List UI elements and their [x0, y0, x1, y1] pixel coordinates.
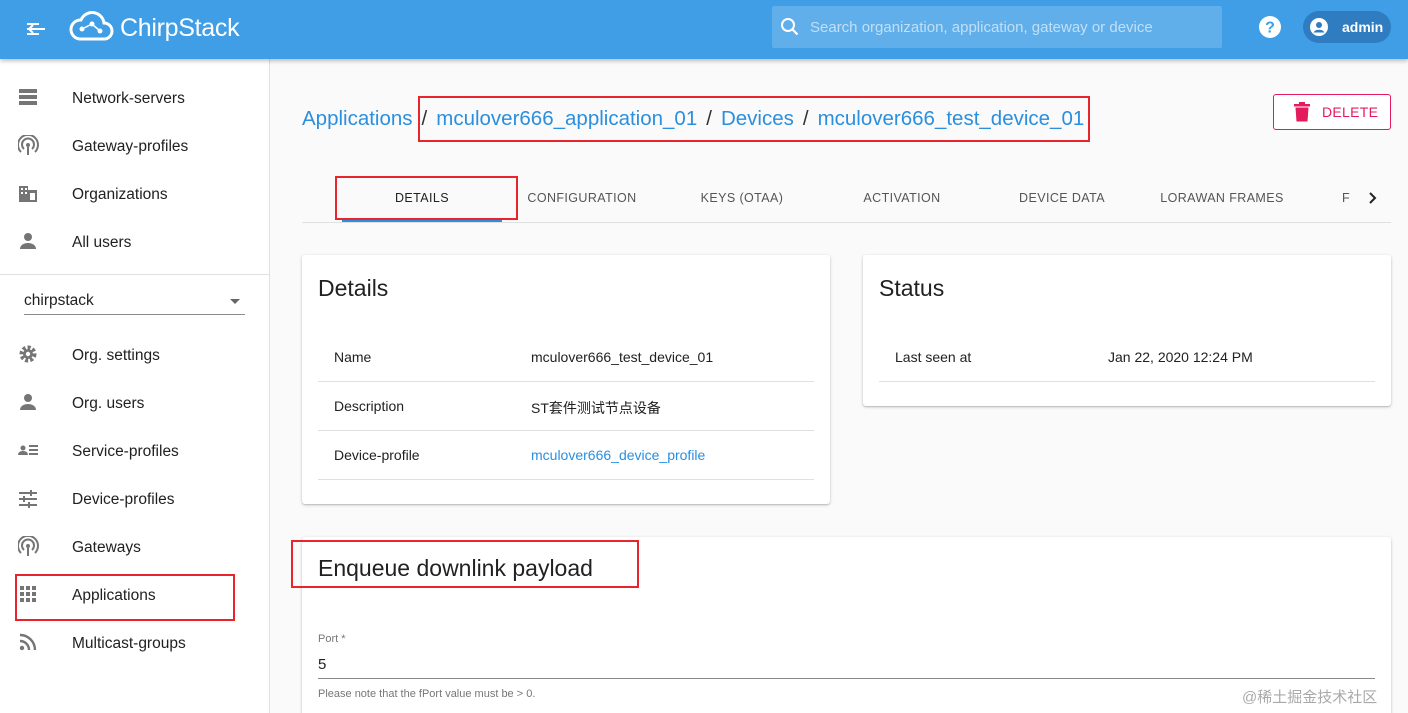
sidebar-item-organizations[interactable]: Organizations: [0, 171, 269, 219]
logo-text: ChirpStack: [120, 13, 240, 42]
help-icon: ?: [1259, 16, 1281, 38]
breadcrumb-separator: /: [802, 107, 809, 130]
sidebar-item-gateway-profiles[interactable]: Gateway-profiles: [0, 123, 269, 171]
user-menu-chip[interactable]: admin: [1303, 11, 1391, 43]
enqueue-downlink-title: Enqueue downlink payload: [318, 555, 593, 581]
breadcrumb-separator: /: [706, 107, 712, 130]
breadcrumb-application[interactable]: mculover666_application_01: [436, 107, 697, 131]
tab-keys-otaa[interactable]: KEYS (OTAA): [662, 174, 822, 222]
chevron-down-icon: [230, 299, 240, 304]
details-card-title: Details: [318, 275, 389, 301]
user-name: admin: [1342, 19, 1384, 35]
gear-icon: [19, 345, 37, 363]
sidebar-item-label: Service-profiles: [72, 443, 179, 460]
sidebar-item-org-users[interactable]: Org. users: [0, 380, 269, 428]
device-name-value: mculover666_test_device_01: [531, 349, 714, 365]
port-field-label: Port *: [318, 633, 346, 645]
broadcast-icon: [18, 536, 39, 556]
tab-lorawan-frames[interactable]: LORAWAN FRAMES: [1142, 174, 1302, 222]
search-input[interactable]: [810, 18, 1210, 36]
server-icon: [19, 89, 37, 105]
sidebar-item-label: Multicast-groups: [72, 635, 186, 652]
sidebar-item-label: Applications: [72, 587, 156, 604]
sidebar: Network-servers Gateway-profiles Organiz…: [0, 59, 270, 713]
sidebar-item-multicast-groups[interactable]: Multicast-groups: [0, 620, 269, 668]
status-card: Status Last seen at Jan 22, 2020 12:24 P…: [863, 255, 1391, 406]
help-button[interactable]: ?: [1258, 15, 1282, 39]
details-row-name: Name mculover666_test_device_01: [318, 333, 814, 382]
breadcrumb: Applications / mculover666_application_0…: [302, 104, 1084, 134]
svg-text:?: ?: [1265, 20, 1275, 37]
last-seen-value: Jan 22, 2020 12:24 PM: [1108, 349, 1253, 365]
status-card-title: Status: [879, 275, 945, 301]
sidebar-item-label: Org. users: [72, 395, 145, 412]
watermark: @稀土掘金技术社区: [1242, 689, 1378, 706]
port-field[interactable]: [318, 651, 1375, 679]
delete-button-label: DELETE: [1322, 104, 1379, 120]
organization-select-value: chirpstack: [24, 292, 94, 309]
person-icon: [20, 394, 36, 410]
enqueue-downlink-card: Enqueue downlink payload Port * Please n…: [302, 537, 1391, 713]
menu-open-icon: [27, 23, 45, 35]
person-icon: [20, 233, 36, 249]
chirpstack-logo[interactable]: ChirpStack: [68, 8, 240, 48]
details-key: Description: [334, 398, 405, 414]
breadcrumb-applications[interactable]: Applications: [302, 107, 413, 131]
sidebar-item-org-settings[interactable]: Org. settings: [0, 332, 269, 380]
sidebar-item-label: All users: [72, 234, 132, 251]
details-row-description: Description ST套件测试节点设备: [318, 382, 814, 431]
sidebar-item-label: Device-profiles: [72, 491, 175, 508]
details-row-device-profile: Device-profile mculover666_device_profil…: [318, 431, 814, 480]
rss-icon: [19, 633, 37, 651]
organization-select[interactable]: chirpstack: [24, 285, 245, 315]
status-key: Last seen at: [895, 349, 972, 365]
sidebar-item-label: Organizations: [72, 186, 168, 203]
tab-device-data[interactable]: DEVICE DATA: [982, 174, 1142, 222]
tab-activation[interactable]: ACTIVATION: [822, 174, 982, 222]
search-box[interactable]: [772, 6, 1222, 48]
port-helper-text: Please note that the fPort value must be…: [318, 688, 536, 700]
device-profile-link[interactable]: mculover666_device_profile: [531, 447, 705, 463]
sidebar-item-all-users[interactable]: All users: [0, 219, 269, 267]
menu-back-button[interactable]: [22, 15, 50, 43]
breadcrumb-devices[interactable]: Devices: [721, 107, 794, 131]
device-description-value: ST套件测试节点设备: [531, 400, 661, 416]
sidebar-item-network-servers[interactable]: Network-servers: [0, 75, 269, 123]
sidebar-item-label: Gateway-profiles: [72, 138, 189, 155]
trash-icon: [1294, 102, 1310, 122]
app-bar: ChirpStack ? admin: [0, 0, 1408, 59]
account-circle-icon: [1310, 18, 1328, 36]
device-tabs: DETAILS CONFIGURATION KEYS (OTAA) ACTIVA…: [302, 174, 1391, 223]
breadcrumb-device[interactable]: mculover666_test_device_01: [818, 107, 1085, 131]
sidebar-item-label: Gateways: [72, 539, 141, 556]
broadcast-icon: [18, 135, 39, 155]
sidebar-item-service-profiles[interactable]: Service-profiles: [0, 428, 269, 476]
details-card: Details Name mculover666_test_device_01 …: [302, 255, 830, 504]
sidebar-item-applications[interactable]: Applications: [0, 572, 269, 620]
list-person-icon: [18, 445, 38, 455]
sidebar-item-label: Org. settings: [72, 347, 160, 364]
breadcrumb-separator: /: [421, 107, 428, 130]
tab-configuration[interactable]: CONFIGURATION: [502, 174, 662, 222]
details-key: Device-profile: [334, 447, 420, 463]
sidebar-item-gateways[interactable]: Gateways: [0, 524, 269, 572]
status-row-last-seen: Last seen at Jan 22, 2020 12:24 PM: [879, 333, 1375, 382]
apps-icon: [20, 586, 36, 602]
tab-firmware-partial[interactable]: F: [1342, 174, 1362, 222]
chevron-right-icon: [1369, 192, 1377, 204]
tab-scroll-right-button[interactable]: [1361, 186, 1385, 210]
cloud-logo-icon: [69, 11, 114, 41]
sidebar-item-device-profiles[interactable]: Device-profiles: [0, 476, 269, 524]
sidebar-item-label: Network-servers: [72, 90, 185, 107]
active-tab-indicator: [342, 220, 502, 222]
sidebar-divider: [0, 274, 269, 275]
search-icon: [781, 18, 799, 36]
tab-details[interactable]: DETAILS: [342, 174, 502, 222]
delete-button[interactable]: DELETE: [1273, 94, 1391, 130]
tune-icon: [19, 490, 37, 508]
details-key: Name: [334, 349, 372, 365]
building-icon: [19, 186, 37, 202]
